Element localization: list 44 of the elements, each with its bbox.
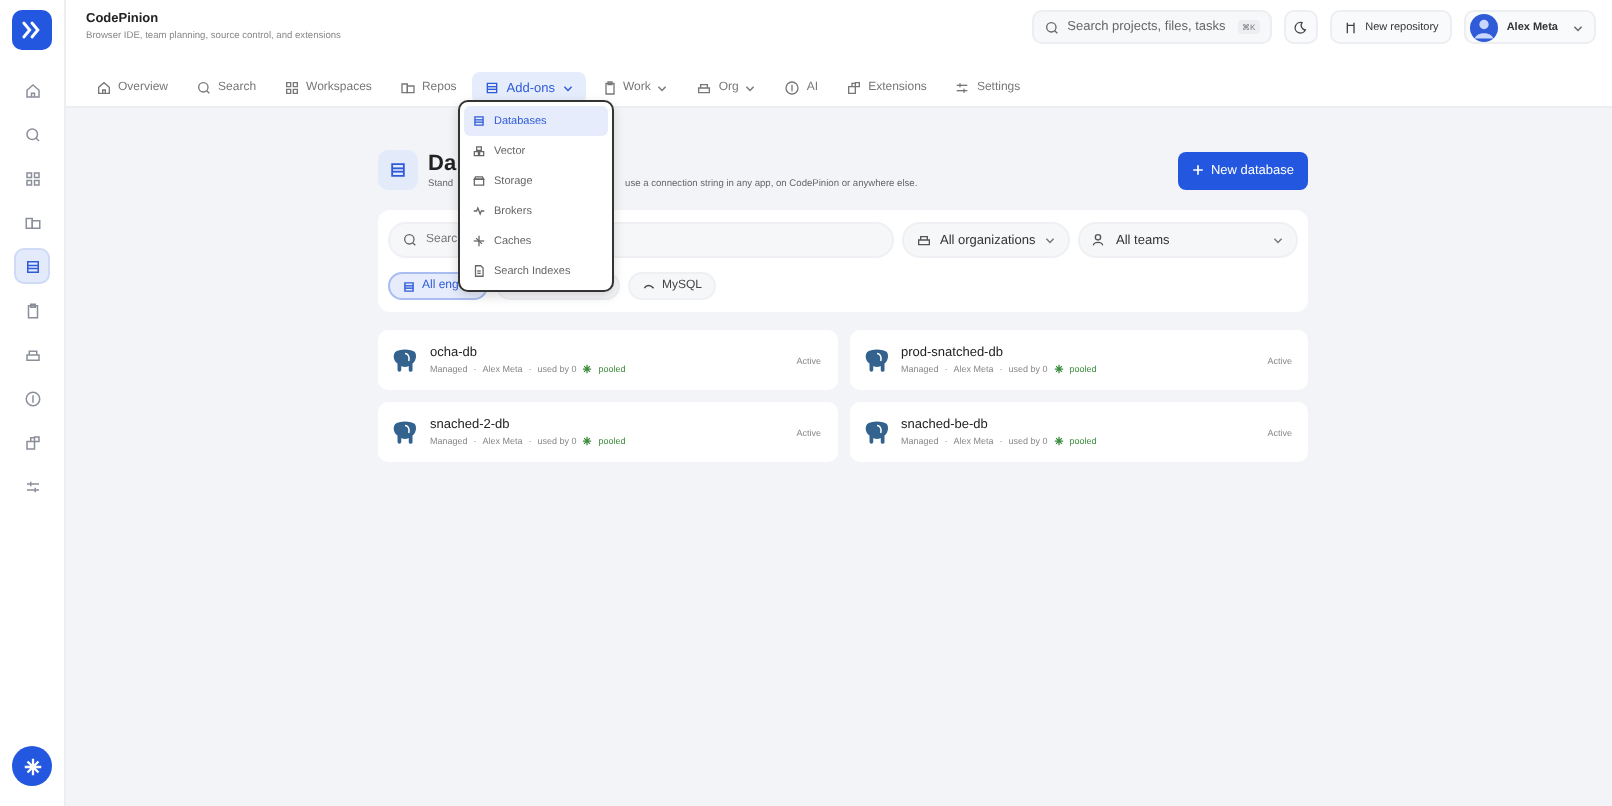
mysql-icon	[642, 279, 656, 293]
db-icon	[402, 279, 416, 293]
search-icon	[1043, 19, 1060, 35]
ai-icon	[784, 80, 801, 96]
pool-icon	[1053, 436, 1064, 446]
ext-icon	[846, 80, 863, 96]
repo-icon	[399, 80, 416, 96]
db-icon	[484, 80, 501, 96]
org-icon	[696, 80, 713, 96]
elephant-icon	[861, 345, 891, 375]
cache-icon	[472, 234, 486, 248]
db-icon[interactable]	[14, 248, 50, 284]
storage-icon	[472, 174, 486, 188]
assistant-button[interactable]	[12, 746, 52, 786]
doc-icon	[472, 264, 486, 278]
search-icon	[402, 232, 418, 248]
chevron-icon	[1044, 234, 1056, 246]
chevron-icon	[1272, 234, 1284, 246]
moon-icon	[1292, 19, 1309, 35]
plus-icon	[1192, 164, 1205, 176]
pool-icon	[582, 436, 593, 446]
clip-icon	[601, 80, 617, 96]
vector-icon	[472, 144, 486, 158]
avatar-icon	[1470, 13, 1499, 41]
database-icon	[378, 150, 418, 190]
pool-icon	[1053, 364, 1064, 374]
search-icon	[196, 80, 213, 96]
settings-icon	[954, 80, 971, 96]
page-title: Da	[428, 151, 457, 175]
elephant-icon	[390, 417, 420, 447]
logo-icon[interactable]	[12, 10, 52, 50]
db-icon	[472, 114, 486, 128]
theme-toggle[interactable]	[1283, 10, 1318, 44]
chevron-icon	[1572, 21, 1584, 33]
sparkle-icon	[21, 755, 43, 777]
elephant-icon	[390, 345, 420, 375]
broker-icon	[472, 204, 486, 218]
home-icon	[96, 80, 112, 96]
grid-icon	[284, 80, 301, 96]
elephant-icon	[861, 417, 891, 447]
branch-icon	[1343, 19, 1360, 35]
pool-icon	[582, 364, 593, 374]
building-icon	[916, 232, 932, 248]
person-icon	[1092, 232, 1108, 248]
